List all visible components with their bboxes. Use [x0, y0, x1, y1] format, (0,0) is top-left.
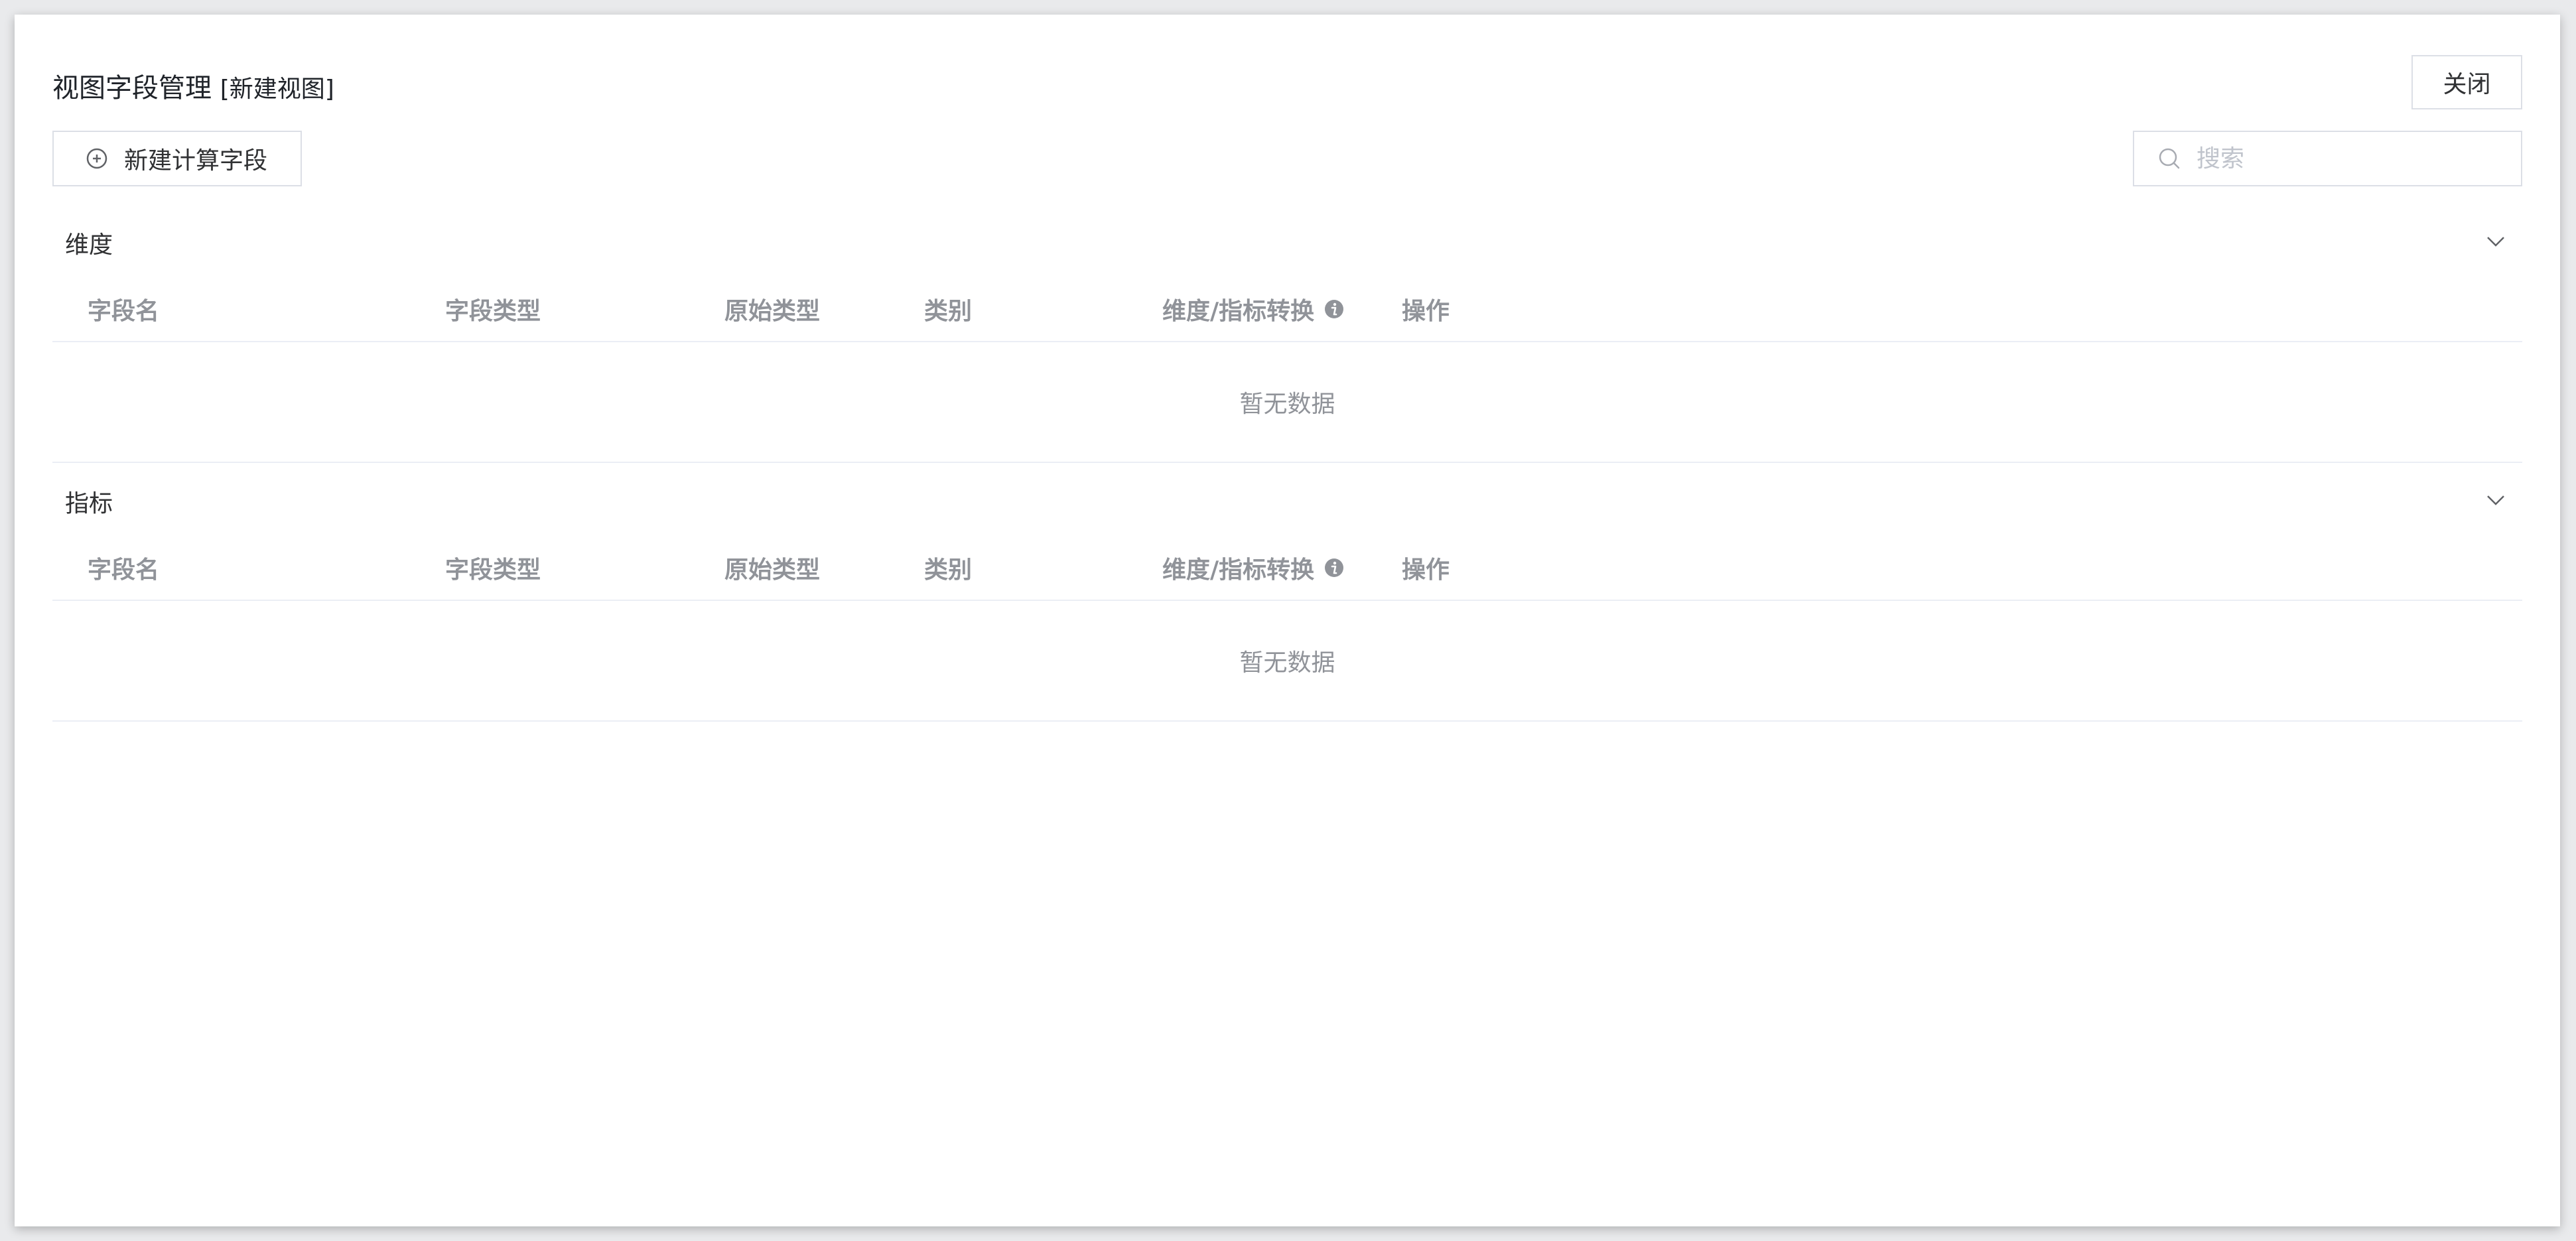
table-header: 字段名 字段类型 原始类型 类别 维度/指标转换 操作 [52, 532, 2522, 601]
close-button[interactable]: 关闭 [2411, 55, 2522, 109]
column-header-field-type: 字段类型 [445, 298, 541, 325]
new-calc-field-button[interactable]: 新建计算字段 [52, 131, 302, 186]
column-header-field-type: 字段类型 [445, 556, 541, 584]
search-box[interactable] [2133, 131, 2522, 186]
dialog-title-text: 视图字段管理 [52, 73, 212, 103]
column-header-conversion: 维度/指标转换 [1162, 292, 1345, 326]
column-header-field-name: 字段名 [88, 556, 160, 584]
dimension-section-header[interactable]: 维度 [52, 220, 2522, 260]
empty-state: 暂无数据 [52, 342, 2522, 463]
column-header-original-type: 原始类型 [724, 298, 821, 325]
plus-circle-icon [86, 147, 108, 170]
column-header-actions: 操作 [1402, 298, 1450, 325]
section-title: 指标 [65, 490, 113, 517]
section-title: 维度 [65, 231, 113, 259]
chevron-down-icon[interactable] [2484, 488, 2508, 512]
info-icon[interactable] [1323, 557, 1345, 578]
column-header-actions: 操作 [1402, 556, 1450, 584]
column-header-original-type: 原始类型 [724, 556, 821, 584]
column-header-conversion-label: 维度/指标转换 [1162, 556, 1315, 584]
column-header-field-name: 字段名 [88, 298, 160, 325]
search-input[interactable] [2197, 145, 2502, 172]
dialog-subtitle: [新建视图] [220, 76, 334, 103]
column-header-conversion-label: 维度/指标转换 [1162, 298, 1315, 325]
chevron-down-icon[interactable] [2484, 229, 2508, 253]
info-icon[interactable] [1323, 298, 1345, 320]
metric-section-header[interactable]: 指标 [52, 479, 2522, 519]
column-header-conversion: 维度/指标转换 [1162, 551, 1345, 585]
new-calc-field-label: 新建计算字段 [124, 147, 268, 174]
table-header: 字段名 字段类型 原始类型 类别 维度/指标转换 操作 [52, 273, 2522, 342]
column-header-category: 类别 [924, 298, 973, 325]
dimension-section: 维度 字段名 字段类型 原始类型 类别 维度/指标转换 操作 暂无数据 [52, 220, 2522, 466]
empty-state: 暂无数据 [52, 601, 2522, 722]
dialog-title: 视图字段管理 [新建视图] [52, 66, 334, 105]
view-field-manager-dialog: 视图字段管理 [新建视图] 关闭 新建计算字段 维度 [15, 15, 2560, 1226]
column-header-category: 类别 [924, 556, 973, 584]
metric-section: 指标 字段名 字段类型 原始类型 类别 维度/指标转换 操作 暂无数据 [52, 479, 2522, 724]
search-icon [2157, 146, 2182, 171]
